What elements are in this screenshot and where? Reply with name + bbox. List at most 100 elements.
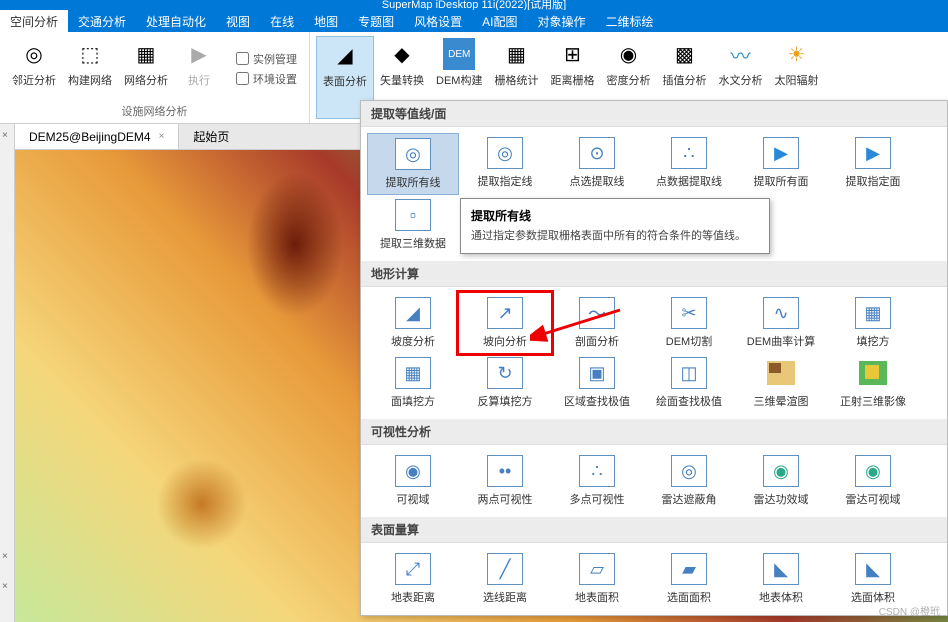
section-surface-measure: 表面量算 bbox=[361, 517, 947, 543]
distance-icon: ⊞ bbox=[556, 38, 588, 70]
line-dist-icon: ╱ bbox=[487, 553, 523, 585]
aspect-icon: ↗ bbox=[487, 297, 523, 329]
menu-online[interactable]: 在线 bbox=[260, 10, 304, 32]
item-cutfill[interactable]: ▦填挖方 bbox=[827, 293, 919, 353]
multi-point-icon: ∴ bbox=[579, 455, 615, 487]
item-viewshed[interactable]: ◉可视域 bbox=[367, 451, 459, 511]
item-pointdata-extract-lines[interactable]: ∴点数据提取线 bbox=[643, 133, 735, 195]
item-surface-volume[interactable]: ◣地表体积 bbox=[735, 549, 827, 609]
menu-traffic[interactable]: 交通分析 bbox=[68, 10, 136, 32]
face-vol-icon: ◣ bbox=[855, 553, 891, 585]
item-slope[interactable]: ◢坡度分析 bbox=[367, 293, 459, 353]
ortho-icon bbox=[855, 357, 891, 389]
two-point-icon: •• bbox=[487, 455, 523, 487]
menu-style[interactable]: 风格设置 bbox=[404, 10, 472, 32]
close-icon[interactable]: × bbox=[2, 130, 8, 141]
volume-icon: ◣ bbox=[763, 553, 799, 585]
tooltip: 提取所有线 通过指定参数提取栅格表面中所有的符合条件的等值线。 bbox=[460, 198, 770, 254]
item-dem-curvature[interactable]: ∿DEM曲率计算 bbox=[735, 293, 827, 353]
point-icon: ⊙ bbox=[579, 137, 615, 169]
radar-vis-icon: ◉ bbox=[855, 455, 891, 487]
item-point-extract-lines[interactable]: ⊙点选提取线 bbox=[551, 133, 643, 195]
item-region-extreme[interactable]: ▣区域查找极值 bbox=[551, 353, 643, 413]
surface-analysis-dropdown: 提取等值线/面 ◎提取所有线 ◎提取指定线 ⊙点选提取线 ∴点数据提取线 ▶提取… bbox=[360, 100, 948, 616]
solar-icon: ☀ bbox=[780, 38, 812, 70]
item-face-cutfill[interactable]: ▦面填挖方 bbox=[367, 353, 459, 413]
item-draw-extreme[interactable]: ◫绘面查找极值 bbox=[643, 353, 735, 413]
region-icon: ▣ bbox=[579, 357, 615, 389]
reverse-icon: ↻ bbox=[487, 357, 523, 389]
interp-icon: ▩ bbox=[668, 38, 700, 70]
item-extract-all-lines[interactable]: ◎提取所有线 bbox=[367, 133, 459, 195]
tooltip-title: 提取所有线 bbox=[471, 207, 759, 224]
ribbon-group-title: 设施网络分析 bbox=[6, 103, 303, 119]
annotation-arrow-icon bbox=[530, 305, 630, 345]
section-visibility: 可视性分析 bbox=[361, 419, 947, 445]
ribbon-build-network[interactable]: ⬚构建网络 bbox=[62, 36, 118, 101]
ribbon-network-analysis[interactable]: ▦网络分析 bbox=[118, 36, 174, 101]
check-instance[interactable]: 实例管理 bbox=[230, 49, 303, 69]
item-radar-vis[interactable]: ◉雷达可视域 bbox=[827, 451, 919, 511]
proximity-icon: ◎ bbox=[18, 38, 50, 70]
dem-icon: DEM bbox=[443, 38, 475, 70]
hydro-icon: 〰 bbox=[724, 38, 756, 70]
menu-spatial-analysis[interactable]: 空间分析 bbox=[0, 10, 68, 32]
section-terrain: 地形计算 bbox=[361, 261, 947, 287]
menu-object[interactable]: 对象操作 bbox=[527, 10, 595, 32]
item-dem-cut[interactable]: ✂DEM切割 bbox=[643, 293, 735, 353]
execute-icon: ▶ bbox=[183, 38, 215, 70]
close-icon[interactable]: × bbox=[2, 551, 8, 562]
item-extract-specified-lines[interactable]: ◎提取指定线 bbox=[459, 133, 551, 195]
menu-2d-mark[interactable]: 二维标绘 bbox=[595, 10, 663, 32]
item-select-face-volume[interactable]: ◣选面体积 bbox=[827, 549, 919, 609]
item-radar-power[interactable]: ◉雷达功效域 bbox=[735, 451, 827, 511]
face-area-icon: ▰ bbox=[671, 553, 707, 585]
cutfill-icon: ▦ bbox=[855, 297, 891, 329]
menu-map[interactable]: 地图 bbox=[304, 10, 348, 32]
contour-icon: ◎ bbox=[487, 137, 523, 169]
curve-icon: ∿ bbox=[763, 297, 799, 329]
density-icon: ◉ bbox=[612, 38, 644, 70]
face-icon: ▶ bbox=[855, 137, 891, 169]
close-icon[interactable]: × bbox=[2, 581, 8, 592]
close-icon[interactable]: × bbox=[159, 131, 165, 142]
item-extract-specified-faces[interactable]: ▶提取指定面 bbox=[827, 133, 919, 195]
item-radar-mask[interactable]: ◎雷达遮蔽角 bbox=[643, 451, 735, 511]
cube-icon: ▫ bbox=[395, 199, 431, 231]
item-surface-area[interactable]: ▱地表面积 bbox=[551, 549, 643, 609]
menu-bar: 空间分析 交通分析 处理自动化 视图 在线 地图 专题图 风格设置 AI配图 对… bbox=[0, 10, 948, 32]
ribbon-proximity[interactable]: ◎邻近分析 bbox=[6, 36, 62, 101]
tab-start[interactable]: 起始页 bbox=[179, 124, 243, 149]
left-collapsed-panel[interactable]: × × × bbox=[0, 124, 15, 622]
face-cutfill-icon: ▦ bbox=[395, 357, 431, 389]
menu-automation[interactable]: 处理自动化 bbox=[136, 10, 216, 32]
watermark: CSDN @橙玳 bbox=[879, 603, 940, 618]
menu-theme[interactable]: 专题图 bbox=[348, 10, 404, 32]
dist-icon: ⤢ bbox=[395, 553, 431, 585]
item-two-point-vis[interactable]: ••两点可视性 bbox=[459, 451, 551, 511]
check-env[interactable]: 环境设置 bbox=[230, 69, 303, 89]
item-multi-point-vis[interactable]: ∴多点可视性 bbox=[551, 451, 643, 511]
cut-icon: ✂ bbox=[671, 297, 707, 329]
item-extract-3d[interactable]: ▫提取三维数据 bbox=[367, 195, 459, 255]
item-reverse-cutfill[interactable]: ↻反算填挖方 bbox=[459, 353, 551, 413]
tab-dem[interactable]: DEM25@BeijingDEM4× bbox=[15, 124, 179, 149]
section-contour: 提取等值线/面 bbox=[361, 101, 947, 127]
item-3d-shade[interactable]: 三维晕渲图 bbox=[735, 353, 827, 413]
shade-icon bbox=[763, 357, 799, 389]
item-surface-distance[interactable]: ⤢地表距离 bbox=[367, 549, 459, 609]
contour-icon: ◎ bbox=[395, 138, 431, 170]
radar-icon: ◎ bbox=[671, 455, 707, 487]
item-select-face-area[interactable]: ▰选面面积 bbox=[643, 549, 735, 609]
item-ortho-3d[interactable]: 正射三维影像 bbox=[827, 353, 919, 413]
item-extract-all-faces[interactable]: ▶提取所有面 bbox=[735, 133, 827, 195]
tooltip-body: 通过指定参数提取栅格表面中所有的符合条件的等值线。 bbox=[471, 228, 759, 245]
title-bar: SuperMap iDesktop 11i(2022)[试用版] bbox=[0, 0, 948, 10]
surface-icon: ◢ bbox=[329, 39, 361, 71]
area-icon: ▱ bbox=[579, 553, 615, 585]
item-select-line-dist[interactable]: ╱选线距离 bbox=[459, 549, 551, 609]
menu-view[interactable]: 视图 bbox=[216, 10, 260, 32]
ribbon-execute[interactable]: ▶执行 bbox=[174, 36, 224, 101]
vector-icon: ◆ bbox=[386, 38, 418, 70]
menu-ai[interactable]: AI配图 bbox=[472, 10, 527, 32]
